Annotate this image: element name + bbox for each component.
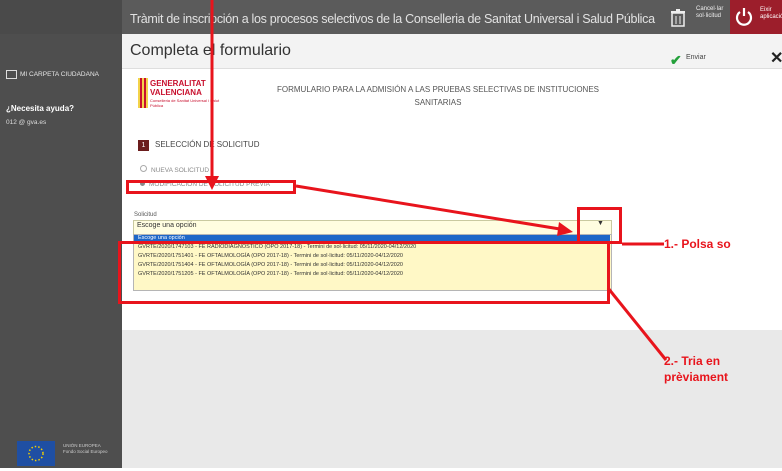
annotation-box-modify bbox=[126, 180, 296, 194]
annotation-arrows bbox=[205, 0, 668, 361]
annotation-box-options bbox=[118, 241, 610, 304]
annotation-step-2: 2.- Tria en bbox=[664, 354, 721, 368]
annotation-step-2-cont: prèviament bbox=[664, 370, 729, 384]
annotation-box-arrow bbox=[577, 207, 622, 244]
annotation-step-1: 1.- Polsa so bbox=[664, 237, 731, 251]
